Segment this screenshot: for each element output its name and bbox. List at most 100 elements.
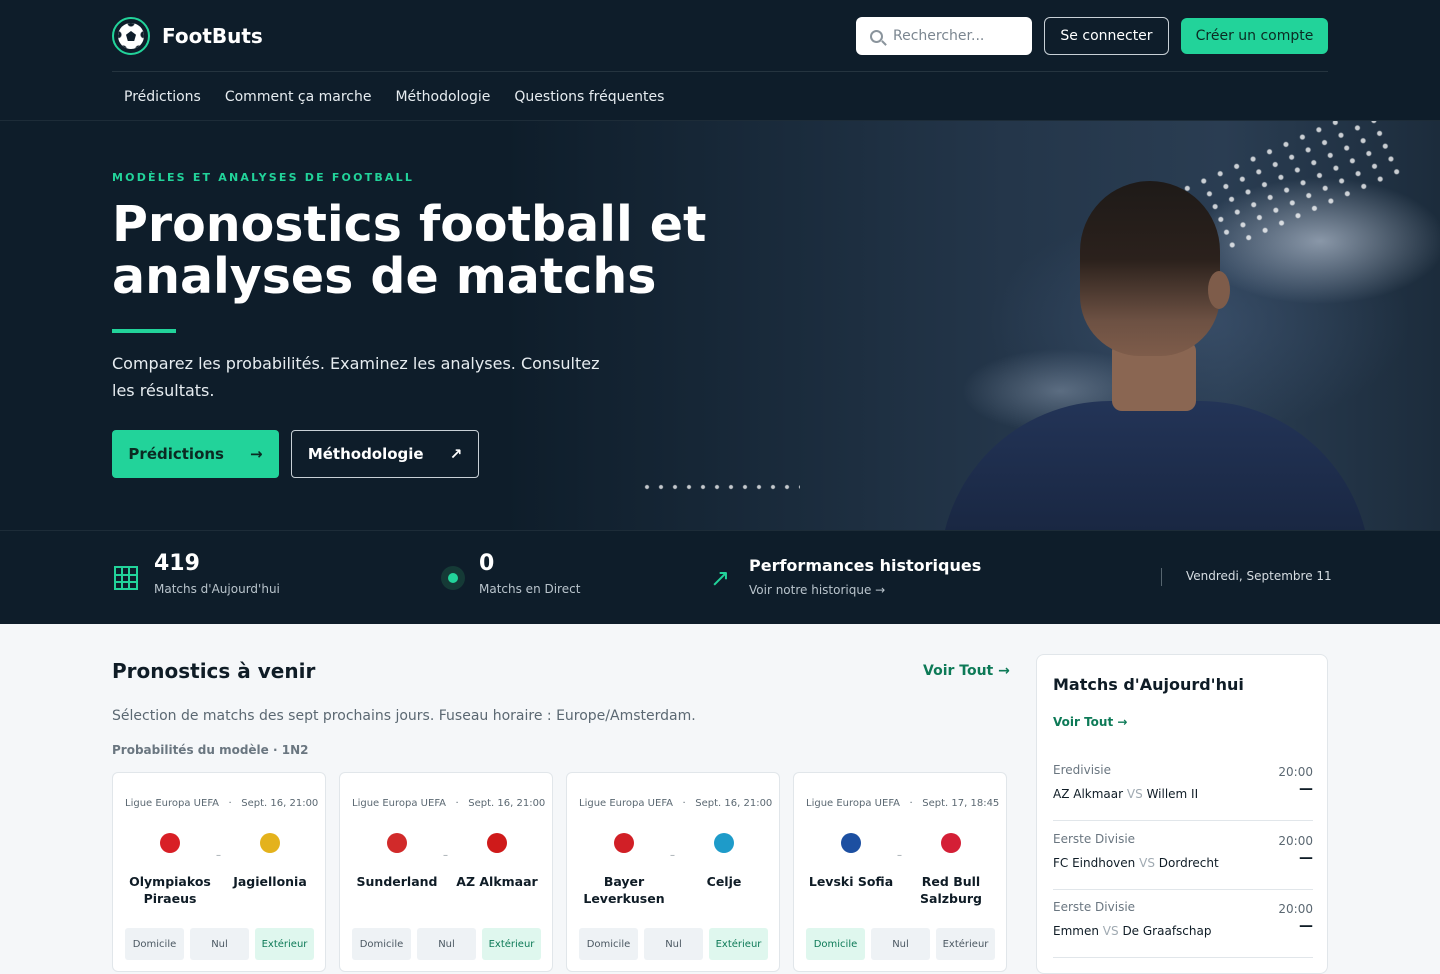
away-team: Celje <box>679 833 769 890</box>
hero-title: Pronostics football et analyses de match… <box>112 196 707 305</box>
match-teams: AZ Alkmaar VS Willem II <box>1053 787 1198 801</box>
today-matches-panel: Matchs d'Aujourd'hui Voir Tout → Eredivi… <box>1036 654 1328 974</box>
odds-option[interactable]: Nul <box>644 928 703 960</box>
odds-row: Domicile Nul Extérieur <box>352 928 541 960</box>
match-away: Willem II <box>1146 787 1199 801</box>
card-date: Sept. 16, 21:00 <box>468 798 546 809</box>
today-panel-title: Matchs d'Aujourd'hui <box>1053 675 1244 694</box>
match-score: — <box>1299 849 1313 866</box>
methodology-button[interactable]: Méthodologie ↗ <box>291 430 479 478</box>
odds-option[interactable]: Nul <box>871 928 930 960</box>
nav-methodology[interactable]: Méthodologie <box>383 89 502 105</box>
away-team: Jagiellonia <box>225 833 315 890</box>
away-crest-icon <box>487 833 507 853</box>
away-team-name: Jagiellonia <box>233 874 307 889</box>
hero-subtitle: Comparez les probabilités. Examinez les … <box>112 354 600 400</box>
home-team-name: Bayer Leverkusen <box>583 874 665 906</box>
home-team-name: Sunderland <box>356 874 438 889</box>
search-input[interactable] <box>893 28 1023 44</box>
nav-predictions[interactable]: Prédictions <box>112 89 213 105</box>
logo-text: FootButs <box>162 24 263 48</box>
odds-option[interactable]: Extérieur <box>482 928 541 960</box>
away-team: Red Bull Salzburg <box>906 833 996 907</box>
card-meta: Ligue Europa UEFA · Sept. 16, 21:00 <box>125 798 319 809</box>
home-team: Bayer Leverkusen <box>579 833 669 907</box>
match-time: 20:00 <box>1278 902 1313 916</box>
card-competition: Ligue Europa UEFA <box>352 798 446 809</box>
search-icon <box>870 29 883 43</box>
upcoming-title: Pronostics à venir <box>112 659 316 683</box>
match-vs: VS <box>1102 924 1119 938</box>
home-crest-icon <box>614 833 634 853</box>
stat-history[interactable]: Performances historiques Voir notre hist… <box>749 556 981 597</box>
logo[interactable]: FootButs <box>112 17 263 55</box>
arrow-right-icon: → <box>249 445 263 463</box>
live-count: 0 <box>479 551 495 576</box>
home-team: Sunderland <box>352 833 442 890</box>
away-team-name: Celje <box>706 874 742 889</box>
prediction-card[interactable]: Ligue Europa UEFA · Sept. 16, 21:00 Olym… <box>112 772 326 972</box>
away-team-name: AZ Alkmaar <box>456 874 538 889</box>
prediction-card[interactable]: Ligue Europa UEFA · Sept. 16, 21:00 Sund… <box>339 772 553 972</box>
home-team: Olympiakos Piraeus <box>125 833 215 907</box>
odds-option[interactable]: Extérieur <box>255 928 314 960</box>
methodology-button-label: Méthodologie <box>307 445 424 463</box>
date-divider <box>1161 568 1162 586</box>
live-dot-icon <box>441 566 465 590</box>
history-title: Performances historiques <box>749 556 982 575</box>
trending-up-icon: ↗ <box>710 564 731 592</box>
odds-option[interactable]: Extérieur <box>709 928 768 960</box>
odds-option[interactable]: Domicile <box>352 928 411 960</box>
search-box[interactable] <box>856 17 1032 55</box>
odds-option[interactable]: Domicile <box>806 928 865 960</box>
match-teams: FC Eindhoven VS Dordrecht <box>1053 856 1219 870</box>
versus-dash: – <box>443 850 448 861</box>
predictions-button[interactable]: Prédictions → <box>112 430 279 478</box>
card-date: Sept. 16, 21:00 <box>241 798 319 809</box>
odds-option[interactable]: Domicile <box>125 928 184 960</box>
card-date: Sept. 16, 21:00 <box>695 798 773 809</box>
nav-how-it-works[interactable]: Comment ça marche <box>213 89 384 105</box>
match-score: — <box>1299 918 1313 934</box>
match-home: Emmen <box>1053 924 1099 938</box>
match-time: 20:00 <box>1278 833 1313 848</box>
prediction-card[interactable]: Ligue Europa UEFA · Sept. 17, 18:45 Levs… <box>793 772 1007 972</box>
upcoming-meta: Probabilités du modèle · 1N2 <box>112 743 309 757</box>
match-row[interactable]: Eerste Divisie 20:00 FC Eindhoven VS Dor… <box>1053 822 1313 890</box>
history-link[interactable]: Voir notre historique → <box>749 583 981 597</box>
match-away: De Graafschap <box>1122 924 1212 938</box>
card-competition: Ligue Europa UEFA <box>579 798 673 809</box>
main-nav: Prédictions Comment ça marche Méthodolog… <box>112 73 676 121</box>
stat-today: 419 Matchs d'Aujourd'hui <box>154 551 280 596</box>
match-row[interactable]: Eredivisie 20:00 AZ Alkmaar VS Willem II… <box>1053 753 1313 821</box>
match-time: 20:00 <box>1278 765 1313 779</box>
match-vs: VS <box>1139 855 1155 870</box>
today-see-all-link[interactable]: Voir Tout → <box>1053 715 1127 729</box>
odds-row: Domicile Nul Extérieur <box>125 928 314 960</box>
current-date: Vendredi, Septembre 11 <box>1186 569 1332 583</box>
upcoming-see-all-link[interactable]: Voir Tout → <box>923 663 1010 679</box>
card-meta: Ligue Europa UEFA · Sept. 16, 21:00 <box>579 798 773 809</box>
calendar-grid-icon <box>114 566 138 590</box>
odds-option[interactable]: Domicile <box>579 928 638 960</box>
predictions-button-label: Prédictions <box>128 445 224 463</box>
hero-accent-rule <box>112 329 176 333</box>
today-count: 419 <box>154 551 200 576</box>
home-team-name: Olympiakos Piraeus <box>129 874 211 906</box>
home-crest-icon <box>160 833 180 853</box>
prediction-card[interactable]: Ligue Europa UEFA · Sept. 16, 21:00 Baye… <box>566 772 780 972</box>
away-crest-icon <box>714 833 734 853</box>
match-home: AZ Alkmaar <box>1053 787 1124 801</box>
odds-option[interactable]: Nul <box>417 928 476 960</box>
match-row[interactable]: Eerste Divisie 20:00 Emmen VS De Graafsc… <box>1053 890 1313 958</box>
header-top-bar: FootButs Se connecter Créer un compte <box>112 0 1328 72</box>
login-button[interactable]: Se connecter <box>1044 17 1169 55</box>
upcoming-subtitle: Sélection de matchs des sept prochains j… <box>112 708 696 724</box>
external-link-icon: ↗ <box>449 445 463 463</box>
odds-option[interactable]: Extérieur <box>936 928 995 960</box>
nav-faq[interactable]: Questions fréquentes <box>502 89 676 105</box>
odds-row: Domicile Nul Extérieur <box>806 928 995 960</box>
match-vs: VS <box>1126 787 1143 801</box>
register-button[interactable]: Créer un compte <box>1181 18 1328 54</box>
odds-option[interactable]: Nul <box>190 928 249 960</box>
